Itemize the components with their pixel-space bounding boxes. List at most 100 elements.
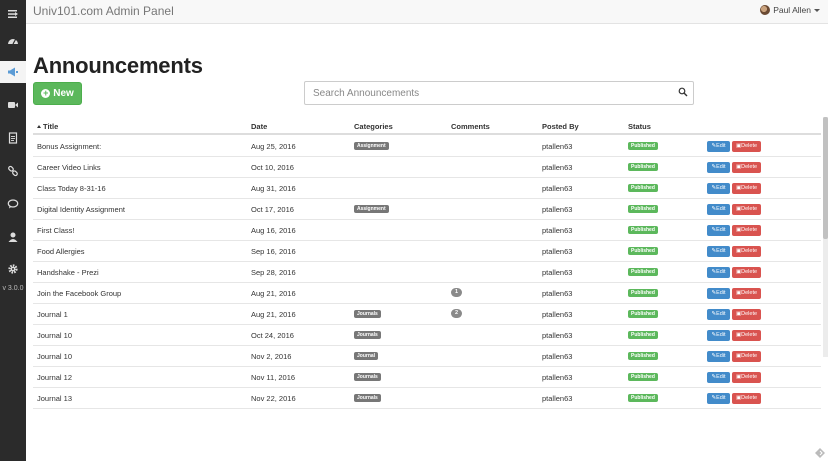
delete-button[interactable]: ▣Delete	[732, 267, 761, 278]
category-label: Assignment	[354, 142, 389, 150]
delete-button[interactable]: ▣Delete	[732, 183, 761, 194]
column-header-posted-by[interactable]: Posted By	[542, 122, 579, 131]
row-title[interactable]: Career Video Links	[37, 163, 101, 172]
delete-button-label: Delete	[741, 374, 758, 380]
category-label: Journal	[354, 352, 379, 360]
delete-button[interactable]: ▣Delete	[732, 141, 761, 152]
menu-toggle-icon[interactable]	[0, 3, 26, 25]
delete-button[interactable]: ▣Delete	[732, 330, 761, 341]
status-badge: Published	[628, 373, 658, 381]
column-header-status[interactable]: Status	[628, 122, 651, 131]
edit-button[interactable]: ✎Edit	[707, 288, 730, 299]
video-icon[interactable]	[0, 94, 26, 116]
search-input[interactable]	[313, 86, 673, 101]
row-title[interactable]: Journal 10	[37, 352, 72, 361]
edit-button-label: Edit	[716, 269, 726, 275]
announcements-icon[interactable]	[0, 61, 26, 83]
row-title[interactable]: Journal 12	[37, 373, 72, 382]
edit-button[interactable]: ✎Edit	[707, 204, 730, 215]
edit-button[interactable]: ✎Edit	[707, 225, 730, 236]
user-name: Paul Allen	[773, 5, 811, 15]
edit-button[interactable]: ✎Edit	[707, 309, 730, 320]
edit-button[interactable]: ✎Edit	[707, 141, 730, 152]
row-posted-by: ptallen63	[542, 142, 573, 151]
status-badge: Published	[628, 268, 658, 276]
user-icon[interactable]	[0, 226, 26, 248]
row-posted-by: ptallen63	[542, 289, 573, 298]
row-date: Oct 24, 2016	[251, 331, 294, 340]
row-posted-by: ptallen63	[542, 205, 573, 214]
row-date: Nov 2, 2016	[251, 352, 292, 361]
delete-button[interactable]: ▣Delete	[732, 225, 761, 236]
scrollbar-thumb[interactable]	[823, 117, 828, 239]
edit-button[interactable]: ✎Edit	[707, 162, 730, 173]
delete-button-label: Delete	[741, 248, 758, 254]
column-header-categories[interactable]: Categories	[354, 122, 393, 131]
row-title[interactable]: Food Allergies	[37, 247, 85, 256]
delete-button[interactable]: ▣Delete	[732, 162, 761, 173]
new-announcement-button[interactable]: + New	[33, 82, 82, 105]
avatar	[760, 5, 771, 15]
status-badge: Published	[628, 331, 658, 339]
column-header-date[interactable]: Date	[251, 122, 267, 131]
status-badge: Published	[628, 184, 658, 192]
chat-icon[interactable]	[0, 193, 26, 215]
row-title[interactable]: Handshake - Prezi	[37, 268, 99, 277]
edit-button-label: Edit	[716, 143, 726, 149]
row-date: Sep 16, 2016	[251, 247, 296, 256]
edit-button[interactable]: ✎Edit	[707, 246, 730, 257]
edit-button[interactable]: ✎Edit	[707, 330, 730, 341]
status-badge: Published	[628, 310, 658, 318]
delete-button[interactable]: ▣Delete	[732, 351, 761, 362]
delete-button[interactable]: ▣Delete	[732, 393, 761, 404]
corner-widget-icon[interactable]	[814, 447, 826, 459]
delete-button[interactable]: ▣Delete	[732, 204, 761, 215]
user-menu[interactable]: Paul Allen	[760, 5, 820, 15]
delete-button-label: Delete	[741, 353, 758, 359]
row-date: Sep 28, 2016	[251, 268, 296, 277]
delete-button-label: Delete	[741, 269, 758, 275]
table-row: Journal 1 Aug 21, 2016 Journals 2 ptallen63 P…	[33, 304, 821, 325]
table-row: Career Video Links Oct 10, 2016 ptallen63 P…	[33, 157, 821, 178]
category-label: Journals	[354, 373, 381, 381]
table-row: Digital Identity Assignment Oct 17, 2016 A…	[33, 199, 821, 220]
brand-title[interactable]: Univ101.com Admin Panel	[33, 4, 174, 18]
row-title[interactable]: Digital Identity Assignment	[37, 205, 125, 214]
delete-button[interactable]: ▣Delete	[732, 246, 761, 257]
gear-icon[interactable]	[0, 258, 26, 280]
row-title[interactable]: Join the Facebook Group	[37, 289, 121, 298]
row-title[interactable]: Journal 1	[37, 310, 68, 319]
delete-button[interactable]: ▣Delete	[732, 309, 761, 320]
delete-button[interactable]: ▣Delete	[732, 372, 761, 383]
search-icon[interactable]	[678, 87, 688, 97]
status-badge: Published	[628, 247, 658, 255]
delete-button-label: Delete	[741, 290, 758, 296]
row-date: Oct 17, 2016	[251, 205, 294, 214]
delete-button-label: Delete	[741, 185, 758, 191]
delete-button[interactable]: ▣Delete	[732, 288, 761, 299]
page-title: Announcements	[33, 53, 203, 78]
table-row: Bonus Assignment: Aug 25, 2016 Assignment p…	[33, 136, 821, 157]
edit-button[interactable]: ✎Edit	[707, 183, 730, 194]
edit-button[interactable]: ✎Edit	[707, 372, 730, 383]
column-header-title[interactable]: Title	[37, 122, 58, 131]
row-posted-by: ptallen63	[542, 247, 573, 256]
link-icon[interactable]	[0, 160, 26, 182]
delete-button-label: Delete	[741, 164, 758, 170]
document-icon[interactable]	[0, 127, 26, 149]
row-title[interactable]: Journal 10	[37, 331, 72, 340]
row-date: Oct 10, 2016	[251, 163, 294, 172]
row-title[interactable]: Bonus Assignment:	[37, 142, 101, 151]
column-header-comments[interactable]: Comments	[451, 122, 490, 131]
row-posted-by: ptallen63	[542, 163, 573, 172]
table-row: First Class! Aug 16, 2016 ptallen63 Publish…	[33, 220, 821, 241]
row-title[interactable]: Class Today 8-31-16	[37, 184, 106, 193]
edit-button[interactable]: ✎Edit	[707, 351, 730, 362]
row-date: Aug 25, 2016	[251, 142, 296, 151]
version-label: v 3.0.0	[2, 285, 24, 292]
edit-button[interactable]: ✎Edit	[707, 393, 730, 404]
row-title[interactable]: Journal 13	[37, 394, 72, 403]
dashboard-icon[interactable]	[0, 30, 26, 52]
row-title[interactable]: First Class!	[37, 226, 75, 235]
edit-button[interactable]: ✎Edit	[707, 267, 730, 278]
